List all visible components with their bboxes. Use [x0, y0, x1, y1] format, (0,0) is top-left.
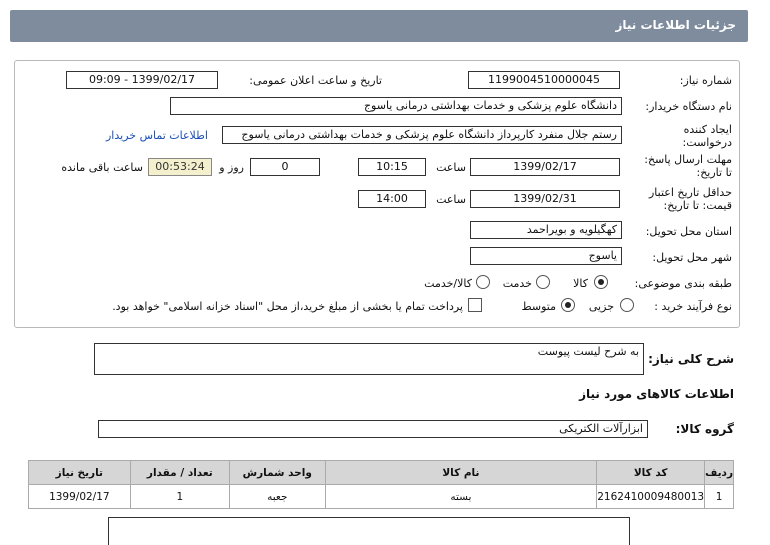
validity-label-line1: حداقل تاریخ اعتبار — [648, 186, 732, 199]
deadline-time-label: ساعت — [436, 161, 466, 174]
category-goods-service-radio[interactable] — [476, 275, 490, 289]
goods-group-label: گروه کالا: — [675, 422, 734, 436]
deadline-time-field: 10:15 — [358, 158, 426, 176]
process-minor-radio[interactable] — [620, 298, 634, 312]
days-label: روز و — [219, 161, 244, 174]
goods-table: ردیف کد کالا نام کالا واحد شمارش تعداد /… — [28, 460, 734, 509]
process-minor-label: جزیی — [588, 300, 614, 313]
category-service-label: خدمت — [502, 277, 532, 290]
remaining-time-label: ساعت باقی مانده — [61, 161, 143, 174]
cell-goods-code: 2162410009480013 — [596, 484, 706, 509]
city-field: یاسوج — [470, 247, 622, 265]
col-row-number: ردیف — [704, 460, 734, 485]
need-number-field: 1199004510000045 — [468, 71, 620, 89]
remaining-time-counter: 00:53:24 — [148, 158, 212, 176]
cell-goods-name: بسته — [324, 484, 598, 509]
col-goods-name: نام کالا — [324, 460, 598, 485]
col-unit: واحد شمارش — [229, 460, 326, 485]
validity-label-line2: قیمت: تا تاریخ: — [663, 199, 732, 212]
deadline-date-field: 1399/02/17 — [470, 158, 620, 176]
treasury-payment-note: پرداخت تمام یا بخشی از مبلغ خرید،از محل … — [112, 300, 463, 313]
need-number-label: شماره نیاز: — [679, 74, 732, 87]
description-box — [108, 517, 630, 545]
buyer-contact-link[interactable]: اطلاعات تماس خریدار — [106, 129, 208, 142]
validity-time-field: 14:00 — [358, 190, 426, 208]
category-goods-radio[interactable] — [594, 275, 608, 289]
cell-quantity: 1 — [129, 484, 231, 509]
category-label: طبقه بندی موضوعی: — [634, 277, 732, 290]
process-label: نوع فرآیند خرید : — [654, 300, 732, 313]
buyer-field: دانشگاه علوم پزشکی و خدمات بهداشتی درمان… — [170, 97, 622, 115]
announce-datetime-label: تاریخ و ساعت اعلان عمومی: — [249, 74, 382, 87]
process-medium-radio[interactable] — [561, 298, 575, 312]
goods-group-field: ابزارآلات الکتریکی — [98, 420, 648, 438]
validity-time-label: ساعت — [436, 193, 466, 206]
category-goods-label: کالا — [573, 277, 588, 290]
cell-row-number: 1 — [704, 484, 734, 509]
process-medium-label: متوسط — [521, 300, 556, 313]
cell-unit: جعبه — [229, 484, 326, 509]
creator-label-line2: درخواست: — [682, 136, 732, 149]
buyer-label: نام دستگاه خریدار: — [645, 100, 732, 113]
province-label: استان محل تحویل: — [645, 225, 732, 238]
category-goods-service-label: کالا/خدمت — [424, 277, 472, 290]
deadline-label-line2: تا تاریخ: — [696, 166, 732, 179]
announce-datetime-field: 1399/02/17 - 09:09 — [66, 71, 218, 89]
summary-label: شرح کلی نیاز: — [648, 352, 734, 366]
creator-label-line1: ایجاد کننده — [683, 123, 732, 136]
page-title: جزئیات اطلاعات نیاز — [615, 18, 736, 32]
table-row: 1 2162410009480013 بسته جعبه 1 1399/02/1… — [28, 484, 734, 509]
province-field: کهگیلویه و بویراحمد — [470, 221, 622, 239]
col-need-date: تاریخ نیاز — [28, 460, 131, 485]
col-quantity: تعداد / مقدار — [129, 460, 231, 485]
validity-date-field: 1399/02/31 — [470, 190, 620, 208]
goods-table-header: ردیف کد کالا نام کالا واحد شمارش تعداد /… — [28, 460, 734, 485]
cell-need-date: 1399/02/17 — [28, 484, 131, 509]
summary-field: به شرح لیست پیوست — [94, 343, 644, 375]
deadline-label-line1: مهلت ارسال پاسخ: — [644, 153, 732, 166]
days-remaining-field: 0 — [250, 158, 320, 176]
treasury-payment-checkbox[interactable] — [468, 298, 482, 312]
city-label: شهر محل تحویل: — [652, 251, 732, 264]
category-service-radio[interactable] — [536, 275, 550, 289]
goods-section-title: اطلاعات کالاهای مورد نیاز — [579, 387, 734, 401]
col-goods-code: کد کالا — [596, 460, 706, 485]
page-header: جزئیات اطلاعات نیاز — [10, 10, 748, 42]
creator-field: رستم جلال منفرد کارپرداز دانشگاه علوم پز… — [222, 126, 622, 144]
